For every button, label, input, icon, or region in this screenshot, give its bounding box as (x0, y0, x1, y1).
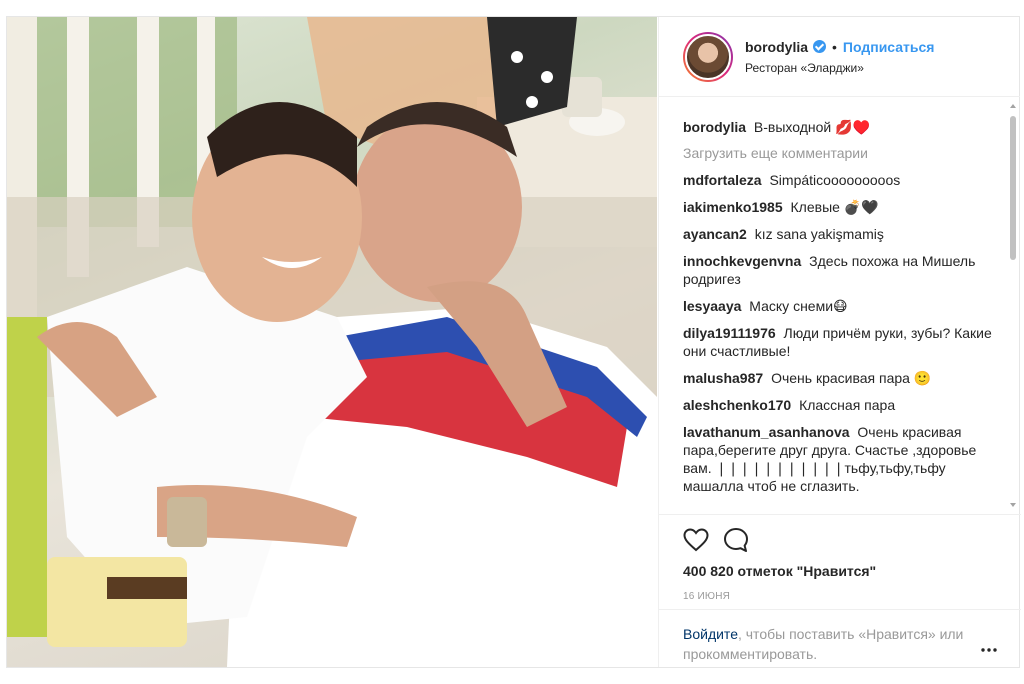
comment-username[interactable]: lesyaaya (683, 298, 741, 314)
comment-item: malusha987 Очень красивая пара 🙂 (683, 369, 1005, 387)
post-container: borodylia • Подписаться Ресторан «Элардж… (6, 16, 1021, 668)
comment-username[interactable]: borodylia (683, 119, 746, 135)
scroll-up-icon[interactable] (1010, 104, 1016, 108)
caption: borodylia В-выходной 💋♥️ (683, 118, 1005, 136)
header-row: borodylia • Подписаться (745, 39, 934, 55)
scroll-down-icon[interactable] (1010, 503, 1016, 507)
post-actions: 400 820 отметок "Нравится" 16 ИЮНЯ (659, 514, 1021, 602)
login-link[interactable]: Войдите (683, 626, 738, 642)
comment-text: В-выходной 💋♥️ (753, 119, 870, 135)
comment-text: Маску снеми😷 (749, 298, 848, 314)
photo-illustration (7, 17, 657, 667)
post-photo[interactable] (7, 17, 657, 667)
comment-username[interactable]: lavathanum_asanhanova (683, 424, 850, 440)
follow-button[interactable]: Подписаться (843, 39, 935, 55)
comment-text: Клевые 💣🖤 (790, 199, 879, 215)
separator-dot: • (832, 38, 837, 55)
header-text: borodylia • Подписаться Ресторан «Элардж… (745, 39, 934, 75)
login-prompt: Войдите, чтобы поставить «Нравится» или … (659, 609, 1021, 667)
comment-item: lesyaaya Маску снеми😷 (683, 297, 1005, 315)
heart-icon[interactable] (683, 528, 709, 552)
comment-item: iakimenko1985 Клевые 💣🖤 (683, 198, 1005, 216)
verified-badge-icon (813, 40, 827, 53)
comment-item: ayancan2 kız sana yakişmamiş (683, 225, 1005, 243)
action-icons (683, 525, 997, 555)
username-link[interactable]: borodylia (745, 39, 808, 55)
comment-item: lavathanum_asanhanova Очень красивая пар… (683, 423, 1005, 495)
comment-text: Классная пара (799, 397, 896, 413)
post-date: 16 ИЮНЯ (683, 591, 731, 602)
post-header: borodylia • Подписаться Ресторан «Элардж… (659, 17, 1020, 97)
comments-scrollbar[interactable] (1008, 102, 1018, 509)
comment-item: dilya19111976 Люди причём руки, зубы? Ка… (683, 324, 1005, 360)
comment-item: mdfortaleza Simpáticooooooooos (683, 171, 1005, 189)
comment-text: Simpáticooooooooos (769, 172, 901, 188)
more-options-icon[interactable] (981, 648, 997, 652)
comment-username[interactable]: ayancan2 (683, 226, 747, 242)
comment-username[interactable]: innochkevgenvna (683, 253, 801, 269)
comment-item: innochkevgenvna Здесь похожа на Мишель р… (683, 252, 1005, 288)
avatar-image (685, 33, 731, 80)
post-sidebar: borodylia • Подписаться Ресторан «Элардж… (658, 17, 1021, 667)
comment-username[interactable]: iakimenko1985 (683, 199, 783, 215)
location-link[interactable]: Ресторан «Эларджи» (745, 61, 934, 75)
comment-username[interactable]: dilya19111976 (683, 325, 776, 341)
comment-text: kız sana yakişmamiş (754, 226, 884, 242)
comment-icon[interactable] (723, 527, 749, 553)
comment-username[interactable]: mdfortaleza (683, 172, 762, 188)
comment-username[interactable]: aleshchenko170 (683, 397, 791, 413)
avatar[interactable] (683, 31, 733, 82)
likes-count[interactable]: 400 820 отметок "Нравится" (683, 563, 997, 579)
load-more-comments-button[interactable]: Загрузить еще комментарии (683, 145, 1005, 161)
scroll-thumb[interactable] (1010, 116, 1016, 260)
comment-item: aleshchenko170 Классная пара (683, 396, 1005, 414)
comments-list[interactable]: borodylia В-выходной 💋♥️ Загрузить еще к… (659, 98, 1021, 513)
comment-text: Очень красивая пара 🙂 (771, 370, 932, 386)
comment-username[interactable]: malusha987 (683, 370, 763, 386)
